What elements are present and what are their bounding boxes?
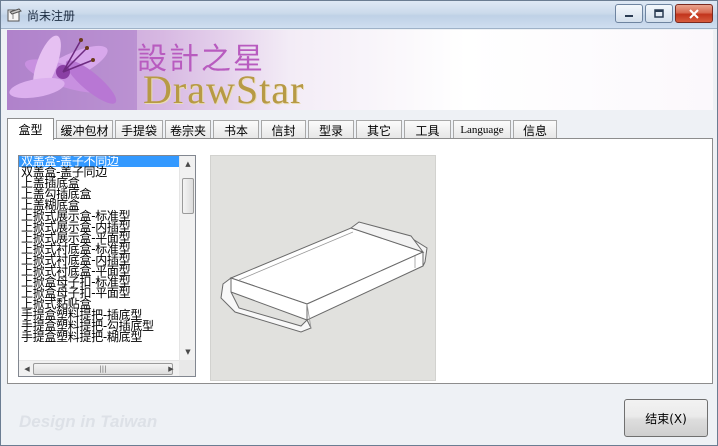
vertical-scroll-thumb[interactable]	[182, 178, 194, 214]
tab-cushion-packaging[interactable]: 缓冲包材	[56, 120, 113, 139]
scroll-up-icon[interactable]: ▲	[180, 156, 195, 172]
app-banner: 設計之星 DrawStar	[7, 30, 713, 110]
window-title: 尚未注册	[27, 9, 76, 23]
tab-folder[interactable]: 卷宗夹	[165, 120, 211, 139]
scroll-right-icon[interactable]: ▶	[163, 361, 179, 376]
scroll-corner	[179, 360, 195, 376]
minimize-icon	[625, 14, 633, 17]
tab-box-type[interactable]: 盒型	[7, 118, 54, 140]
close-button[interactable]	[675, 4, 713, 23]
maximize-icon	[654, 9, 664, 18]
end-button[interactable]: 结束(X)	[624, 399, 708, 437]
lily-flower-icon	[7, 30, 137, 110]
vertical-scrollbar[interactable]: ▲ ▼	[179, 156, 195, 360]
main-window: 尚未注册 設計之星 DrawStar 盒型 缓冲包材 手提袋 卷宗夹 书本 信封…	[0, 0, 718, 446]
tab-language[interactable]: Language	[453, 120, 511, 139]
app-icon	[7, 8, 22, 22]
tab-tools[interactable]: 工具	[404, 120, 451, 139]
tab-envelope[interactable]: 信封	[261, 120, 306, 139]
scroll-down-icon[interactable]: ▼	[180, 344, 195, 360]
box-style-list[interactable]: 双盖盒-盖子不同边 双盖盒-盖子同边 上盖插底盒 上盖勾插底盒 上盖糊底盒 上掀式展示盒-…	[18, 155, 196, 377]
horizontal-scrollbar[interactable]: ◀ ||| ▶	[19, 360, 179, 376]
box-type-panel: 双盖盒-盖子不同边 双盖盒-盖子同边 上盖插底盒 上盖勾插底盒 上盖糊底盒 上掀式展示盒-…	[7, 138, 713, 384]
horizontal-scroll-thumb[interactable]: |||	[33, 363, 173, 375]
tab-other[interactable]: 其它	[356, 120, 402, 139]
footer-tagline: Design in Taiwan	[19, 412, 158, 431]
close-icon	[689, 8, 699, 19]
tab-info[interactable]: 信息	[513, 120, 557, 139]
minimize-button[interactable]	[615, 4, 643, 23]
title-bar[interactable]: 尚未注册	[1, 1, 717, 29]
box-preview-panel	[210, 155, 436, 381]
box-preview-drawing-icon	[220, 221, 428, 333]
box-style-list-items: 双盖盒-盖子不同边 双盖盒-盖子同边 上盖插底盒 上盖勾插底盒 上盖糊底盒 上掀式展示盒-…	[19, 156, 179, 360]
drawstar-logo: DrawStar	[143, 67, 305, 110]
tab-book[interactable]: 书本	[213, 120, 259, 139]
tab-handbag[interactable]: 手提袋	[115, 120, 163, 139]
maximize-button[interactable]	[645, 4, 673, 23]
list-item[interactable]: 手提盒塑料提把-糊底型	[19, 331, 179, 343]
tab-catalog[interactable]: 型录	[308, 120, 354, 139]
